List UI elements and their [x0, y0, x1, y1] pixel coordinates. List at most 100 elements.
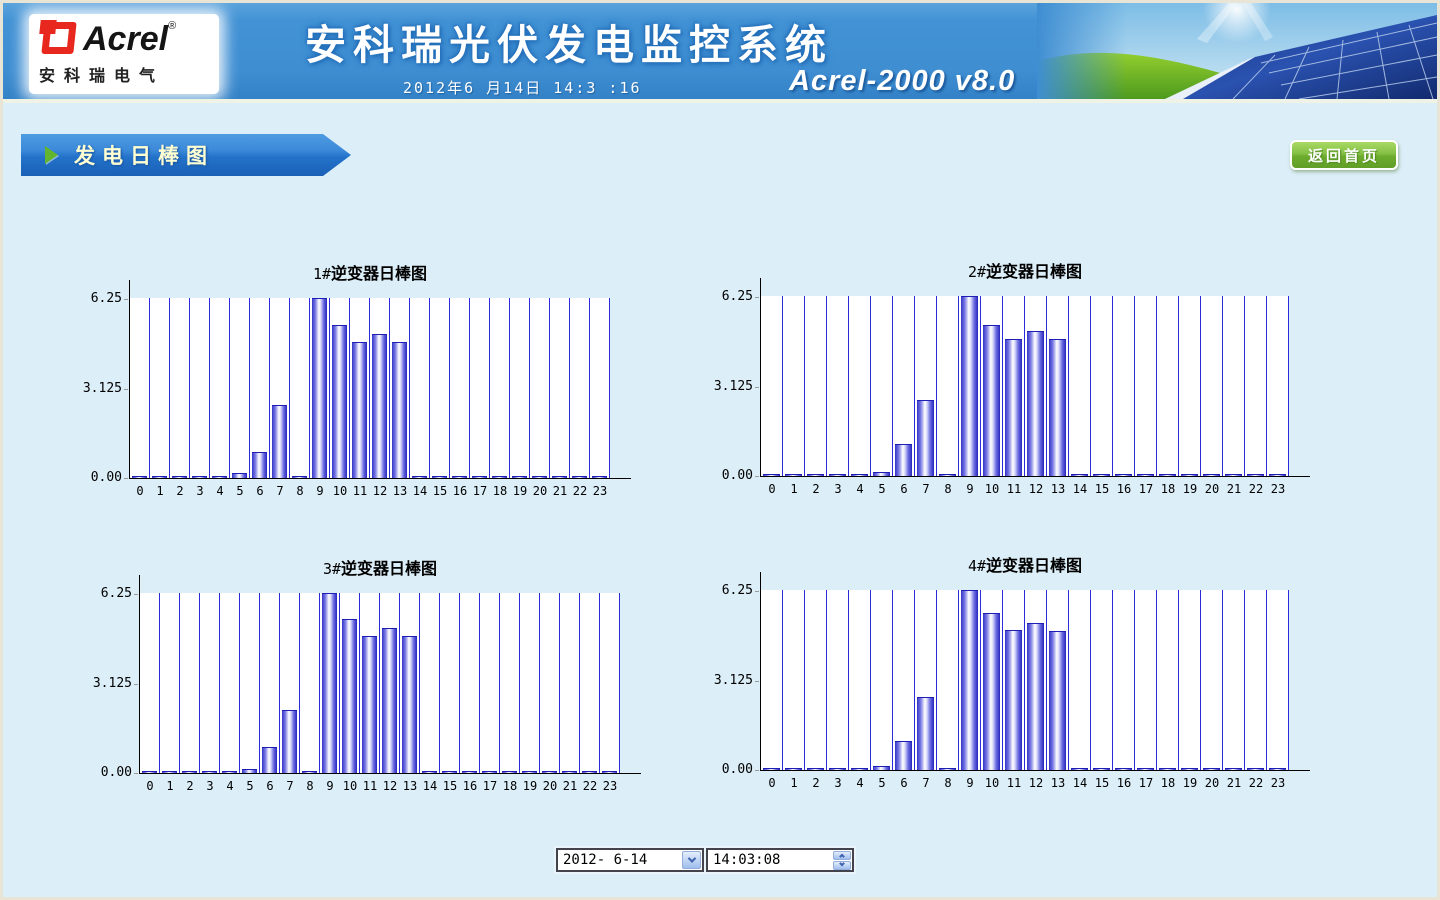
- x-tick-label: 12: [370, 484, 390, 498]
- x-tick-label: 8: [937, 482, 959, 496]
- y-tick-label: 0.00: [80, 765, 132, 780]
- x-tick-label: 9: [310, 484, 330, 498]
- x-tick-label: 9: [959, 482, 981, 496]
- hour-gridline: [619, 593, 620, 773]
- hour-gridline: [339, 593, 340, 773]
- x-tick-label: 23: [600, 779, 620, 793]
- chart-title-main: 逆变器日棒图: [331, 266, 427, 283]
- daily-bar-chart-inverter-1: 1#逆变器日棒图0.003.1256.250123456789101112131…: [88, 256, 640, 508]
- hour-gridline: [1024, 296, 1025, 476]
- hour-gridline: [870, 590, 871, 770]
- logo-brand-text: Acrel: [83, 20, 168, 58]
- time-spinner[interactable]: 14:03:08: [706, 848, 854, 872]
- x-tick-label: 22: [1245, 776, 1267, 790]
- date-picker[interactable]: 2012- 6-14: [556, 848, 704, 872]
- x-tick-label: 1: [150, 484, 170, 498]
- hour-gridline: [1090, 590, 1091, 770]
- x-tick-label: 21: [1223, 482, 1245, 496]
- hour-gridline: [409, 298, 410, 478]
- hour-gridline: [239, 593, 240, 773]
- x-tick-label: 8: [290, 484, 310, 498]
- x-axis: [129, 478, 631, 479]
- app-header: Acrel® 安科瑞电气 安科瑞光伏发电监控系统 2012年6 月14日 14:…: [3, 3, 1437, 103]
- hour-gridline: [379, 593, 380, 773]
- x-tick-label: 6: [893, 482, 915, 496]
- hour-gridline: [914, 296, 915, 476]
- hour-gridline: [199, 593, 200, 773]
- bar-hour-9: [312, 298, 327, 478]
- chart-title: 4#逆变器日棒图: [761, 552, 1289, 576]
- x-axis: [760, 770, 1310, 771]
- hour-gridline: [219, 593, 220, 773]
- x-tick-label: 18: [500, 779, 520, 793]
- chart-title-main: 逆变器日棒图: [341, 561, 437, 578]
- daily-bar-chart-inverter-4: 4#逆变器日棒图0.003.1256.250123456789101112131…: [715, 548, 1319, 800]
- bar-hour-12: [382, 628, 397, 773]
- time-spin-up-button[interactable]: [833, 851, 851, 860]
- bar-hour-9: [322, 593, 337, 773]
- plot-area: [761, 590, 1289, 770]
- x-tick-label: 7: [915, 776, 937, 790]
- y-axis: [760, 278, 761, 476]
- y-tick-label: 6.25: [701, 583, 753, 598]
- date-picker-dropdown-button[interactable]: [682, 851, 701, 869]
- x-tick-label: 2: [180, 779, 200, 793]
- x-tick-label: 18: [490, 484, 510, 498]
- x-tick-label: 11: [350, 484, 370, 498]
- hour-gridline: [449, 298, 450, 478]
- x-tick-label: 2: [170, 484, 190, 498]
- hour-gridline: [1156, 296, 1157, 476]
- hour-gridline: [499, 593, 500, 773]
- chart-title-prefix: 1#: [313, 265, 331, 283]
- y-tick-label: 3.125: [701, 673, 753, 688]
- hour-gridline: [299, 593, 300, 773]
- x-tick-label: 4: [210, 484, 230, 498]
- hour-gridline: [439, 593, 440, 773]
- x-tick-label: 0: [761, 482, 783, 496]
- x-tick-label: 23: [1267, 482, 1289, 496]
- x-tick-label: 5: [230, 484, 250, 498]
- y-tick-mark: [124, 299, 128, 300]
- x-tick-label: 17: [480, 779, 500, 793]
- bar-hour-6: [895, 444, 912, 476]
- x-tick-label: 15: [1091, 776, 1113, 790]
- return-home-button[interactable]: 返回首页: [1290, 140, 1398, 170]
- y-tick-mark: [755, 476, 759, 477]
- hour-gridline: [892, 590, 893, 770]
- logo-subtitle: 安科瑞电气: [39, 62, 211, 86]
- bar-hour-11: [362, 636, 377, 773]
- x-tick-label: 1: [160, 779, 180, 793]
- hour-gridline: [1134, 296, 1135, 476]
- hour-gridline: [1090, 296, 1091, 476]
- x-tick-label: 3: [200, 779, 220, 793]
- x-tick-label: 5: [871, 776, 893, 790]
- time-spin-down-button[interactable]: [833, 861, 851, 870]
- x-tick-label: 10: [340, 779, 360, 793]
- hour-gridline: [892, 296, 893, 476]
- x-tick-label: 19: [520, 779, 540, 793]
- x-tick-label: 13: [390, 484, 410, 498]
- chart-title: 1#逆变器日棒图: [130, 260, 610, 284]
- bar-hour-11: [1005, 339, 1022, 476]
- x-tick-label: 22: [570, 484, 590, 498]
- y-tick-label: 0.00: [701, 762, 753, 777]
- hour-gridline: [269, 298, 270, 478]
- x-tick-label: 12: [1025, 776, 1047, 790]
- x-tick-label: 4: [849, 776, 871, 790]
- x-tick-label: 21: [550, 484, 570, 498]
- time-spinner-value[interactable]: 14:03:08: [708, 852, 833, 868]
- hour-gridline: [1200, 590, 1201, 770]
- hour-gridline: [289, 298, 290, 478]
- y-tick-mark: [134, 594, 138, 595]
- x-tick-label: 11: [1003, 482, 1025, 496]
- chart-title-prefix: 3#: [323, 560, 341, 578]
- x-tick-label: 13: [400, 779, 420, 793]
- hour-gridline: [479, 593, 480, 773]
- hour-gridline: [419, 593, 420, 773]
- date-picker-value[interactable]: 2012- 6-14: [558, 852, 682, 868]
- x-tick-label: 10: [981, 482, 1003, 496]
- bar-hour-6: [895, 741, 912, 770]
- x-tick-label: 17: [470, 484, 490, 498]
- x-tick-label: 4: [220, 779, 240, 793]
- plot-area: [130, 298, 610, 478]
